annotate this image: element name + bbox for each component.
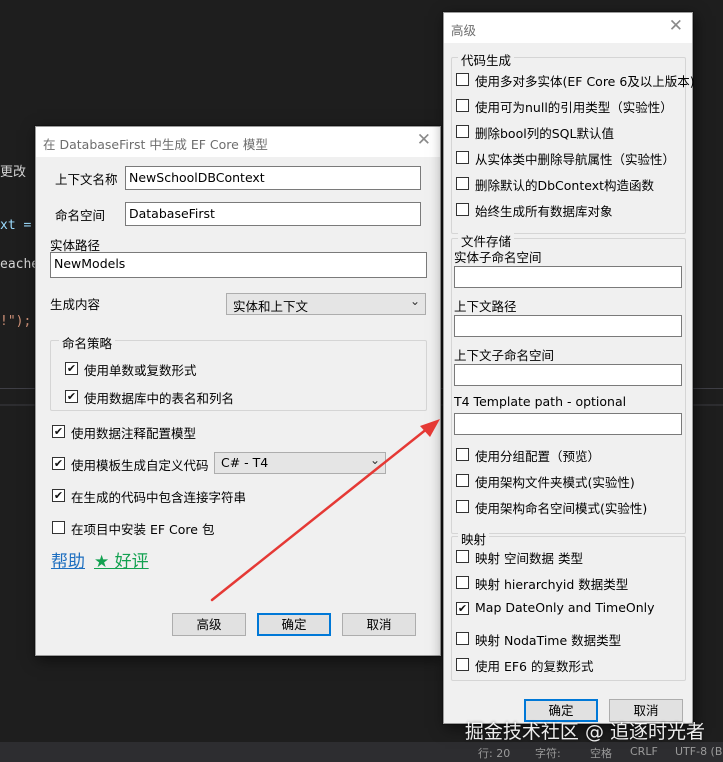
file-storage-group: 文件存储 实体子命名空间 上下文路径 上下文子命名空间 T4 Template … [451, 231, 686, 534]
checkbox-label: 映射 hierarchyid 数据类型 [475, 577, 629, 592]
help-link[interactable]: 帮助 [51, 547, 85, 572]
checkbox-box[interactable]: ✔ [65, 390, 78, 403]
checkbox-label: 使用架构命名空间模式(实验性) [475, 501, 648, 516]
checkbox-label: 在项目中安装 EF Core 包 [71, 522, 215, 537]
codegen-group-title: 代码生成 [458, 50, 515, 69]
context-name-label: 上下文名称 [55, 172, 118, 187]
entity-sub-namespace-label: 实体子命名空间 [454, 250, 542, 265]
checkbox-box[interactable] [456, 658, 469, 671]
close-icon[interactable]: ✕ [417, 130, 431, 150]
code-fragment: !"); [0, 314, 32, 329]
checkbox-label: 删除默认的DbContext构造函数 [475, 178, 655, 193]
naming-strategy-group: 命名策略 ✔ 使用单数或复数形式 ✔ 使用数据库中的表名和列名 [50, 333, 427, 411]
checkbox-label: 使用分组配置（预览） [475, 449, 601, 464]
code-fragment: 更改 [0, 165, 27, 180]
checkbox-label: 始终生成所有数据库对象 [475, 204, 613, 219]
checkbox-box[interactable] [456, 203, 469, 216]
checkbox-label: 使用单数或复数形式 [84, 363, 197, 378]
context-sub-namespace-label: 上下文子命名空间 [454, 348, 555, 363]
namespace-input[interactable]: DatabaseFirst [125, 202, 421, 226]
checkbox-box[interactable]: ✔ [52, 425, 65, 438]
code-fragment: eache [0, 257, 40, 272]
dialog-titlebar: 高级 ✕ [444, 13, 692, 43]
checkbox-box[interactable]: ✔ [52, 489, 65, 502]
cancel-button[interactable]: 取消 [342, 613, 416, 636]
t4-template-path-label: T4 Template path - optional [454, 394, 627, 409]
close-icon[interactable]: ✕ [669, 16, 683, 36]
dialog-titlebar: 在 DatabaseFirst 中生成 EF Core 模型 ✕ [36, 127, 440, 157]
checkbox-label: 使用数据库中的表名和列名 [84, 391, 235, 406]
dialog-title: 在 DatabaseFirst 中生成 EF Core 模型 [43, 137, 268, 152]
checkbox-label: 使用数据注释配置模型 [71, 426, 197, 441]
advanced-button[interactable]: 高级 [172, 613, 246, 636]
template-select-value: C# - T4 [221, 455, 269, 470]
checkbox-box[interactable]: ✔ [456, 602, 469, 615]
checkbox-box[interactable] [456, 550, 469, 563]
generate-select[interactable]: 实体和上下文 ⌄ [226, 293, 426, 315]
context-path-input[interactable] [454, 315, 682, 337]
entity-sub-namespace-input[interactable] [454, 266, 682, 288]
status-eol: CRLF [630, 745, 658, 758]
checkbox-box[interactable] [456, 474, 469, 487]
checkbox-box[interactable] [456, 99, 469, 112]
chevron-down-icon: ⌄ [409, 294, 420, 308]
watermark: 掘金技术社区 @ 追逐时光者 [464, 721, 705, 743]
mapping-group: 映射 映射 空间数据 类型 映射 hierarchyid 数据类型 ✔ Map … [451, 529, 686, 681]
checkbox-label: 使用多对多实体(EF Core 6及以上版本) [475, 74, 695, 89]
status-spaces: 空格 [590, 747, 612, 760]
checkbox-label: 映射 NodaTime 数据类型 [475, 633, 622, 648]
checkbox-box[interactable] [456, 73, 469, 86]
t4-template-path-input[interactable] [454, 413, 682, 435]
chevron-down-icon: ⌄ [369, 453, 380, 467]
status-encoding: UTF-8 (B [675, 745, 723, 758]
checkbox-box[interactable] [456, 576, 469, 589]
checkbox-box[interactable] [52, 521, 65, 534]
ef-core-model-dialog: 在 DatabaseFirst 中生成 EF Core 模型 ✕ 上下文名称 N… [35, 126, 441, 656]
checkbox-box[interactable] [456, 177, 469, 190]
review-link[interactable]: ★ 好评 [94, 547, 149, 572]
template-select[interactable]: C# - T4 ⌄ [214, 452, 386, 474]
entity-path-input[interactable]: NewModels [50, 252, 427, 278]
checkbox-box[interactable] [456, 448, 469, 461]
mapping-group-title: 映射 [458, 529, 490, 548]
checkbox-label: 在生成的代码中包含连接字符串 [71, 490, 247, 505]
ok-button[interactable]: 确定 [257, 613, 331, 636]
checkbox-label: 删除bool列的SQL默认值 [475, 126, 614, 141]
checkbox-box[interactable]: ✔ [52, 457, 65, 470]
status-line: 行: 20 [478, 747, 511, 760]
context-sub-namespace-input[interactable] [454, 364, 682, 386]
status-bar: 行: 20 字符: 空格 CRLF UTF-8 (B [0, 742, 723, 762]
checkbox-box[interactable] [456, 125, 469, 138]
status-char: 字符: [535, 747, 561, 760]
checkbox-box[interactable] [456, 500, 469, 513]
checkbox-box[interactable] [456, 632, 469, 645]
checkbox-label: 使用可为null的引用类型（实验性） [475, 100, 673, 115]
naming-group-title: 命名策略 [59, 333, 116, 352]
context-name-input[interactable]: NewSchoolDBContext [125, 166, 421, 190]
codegen-group: 代码生成 使用多对多实体(EF Core 6及以上版本) 使用可为null的引用… [451, 50, 695, 234]
checkbox-label: 使用模板生成自定义代码 [71, 458, 209, 473]
code-fragment: xt = [0, 218, 32, 233]
checkbox-label: 使用架构文件夹模式(实验性) [475, 475, 635, 490]
checkbox-label: Map DateOnly and TimeOnly [475, 600, 655, 615]
checkbox-label: 使用 EF6 的复数形式 [475, 659, 594, 674]
checkbox-label: 从实体类中删除导航属性（实验性） [475, 152, 676, 167]
namespace-label: 命名空间 [55, 208, 106, 223]
checkbox-label: 映射 空间数据 类型 [475, 551, 583, 566]
checkbox-box[interactable] [456, 151, 469, 164]
advanced-dialog: 高级 ✕ 代码生成 使用多对多实体(EF Core 6及以上版本) 使用可为nu… [443, 12, 695, 724]
context-path-label: 上下文路径 [454, 299, 517, 314]
generate-select-value: 实体和上下文 [233, 299, 309, 314]
dialog-title: 高级 [451, 23, 477, 38]
checkbox-box[interactable]: ✔ [65, 362, 78, 375]
generate-label: 生成内容 [50, 297, 101, 312]
